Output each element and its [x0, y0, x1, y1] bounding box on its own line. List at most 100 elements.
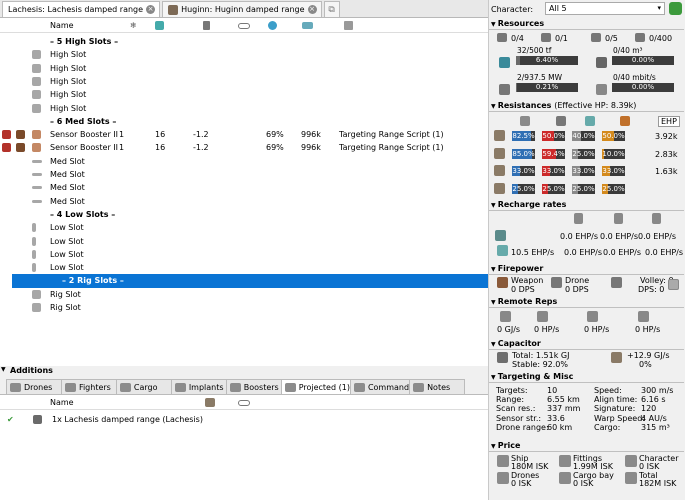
additions-header[interactable]: ▼ Additions [0, 366, 488, 377]
table-row[interactable]: Low Slot [0, 221, 488, 234]
table-row[interactable]: Low Slot [0, 261, 488, 274]
tab-command[interactable]: Command [349, 379, 411, 394]
row-qty: 1 [119, 130, 125, 140]
list-item[interactable]: ✔ 1x Lachesis damped range (Lachesis) [0, 413, 488, 426]
recharge-value: 0.0 EHP/s [645, 248, 684, 257]
tab-implants[interactable]: Implants [170, 379, 227, 394]
tab-drones[interactable]: Drones [6, 379, 62, 394]
tab-huginn[interactable]: Huginn: Huginn damped range × [162, 1, 322, 17]
targeting-value: 60 km [547, 422, 573, 432]
optimal-column-icon[interactable] [268, 21, 277, 30]
resources-title[interactable]: Resources [491, 19, 544, 28]
tab-notes[interactable]: Notes [409, 379, 465, 394]
new-tab-button[interactable]: ⧉ [323, 1, 340, 17]
divider [489, 307, 684, 308]
recharge-value: 0.0 EHP/s [638, 232, 677, 241]
table-row[interactable]: Sensor Booster II 1 16 -1.2 69% 996k Targeting… [0, 128, 488, 141]
resist-bar: 25.0% [542, 183, 565, 194]
recharge-value: 0.0 EHP/s [564, 248, 603, 257]
charge-column-icon[interactable] [344, 21, 353, 30]
table-row[interactable]: Med Slot [0, 155, 488, 168]
fittings-icon [559, 455, 571, 467]
table-row[interactable]: High Slot [0, 75, 488, 88]
targeting-label: Speed: [594, 386, 622, 395]
table-row[interactable]: Sensor Booster II 1 16 -1.2 69% 996k Targeting… [0, 141, 488, 154]
slot-counter: 0/400 [649, 34, 673, 43]
table-row[interactable]: Low Slot [0, 248, 488, 261]
cpu-column-icon[interactable]: ❄ [130, 21, 137, 30]
weapon-icon [497, 277, 508, 288]
remote-cap-icon [500, 311, 511, 322]
tab-icon [229, 382, 241, 392]
capacitor-column-icon[interactable] [205, 398, 215, 407]
refresh-icon[interactable] [669, 2, 682, 15]
targeting-value: 4 AU/s [641, 413, 667, 423]
shield-icon [494, 130, 505, 141]
row-charge: Targeting Range Script (1) [339, 143, 444, 153]
slot-group-header[interactable]: – 4 Low Slots – [0, 208, 488, 221]
targeting-title[interactable]: Targeting & Misc [491, 372, 574, 381]
slot-group-header[interactable]: – 2 Rig Slots – [12, 274, 488, 288]
tab-projected[interactable]: Projected (1) [280, 379, 351, 394]
row-name: Low Slot [50, 236, 84, 246]
falloff-column-icon[interactable] [302, 22, 313, 29]
table-row[interactable]: High Slot [0, 48, 488, 61]
tab-icon [284, 382, 296, 392]
powergrid-column-icon[interactable] [155, 21, 164, 30]
column-name[interactable]: Name [50, 21, 74, 30]
resistances-title[interactable]: Resistances (Effective HP: 8.39k) [491, 101, 637, 110]
active-check[interactable]: ✔ [7, 415, 14, 424]
capacitor-column-icon[interactable] [203, 21, 210, 30]
table-row[interactable]: Rig Slot [0, 288, 488, 301]
resist-value: 25.0% [512, 184, 535, 193]
price-value: 0 ISK [573, 479, 594, 488]
character-select[interactable]: All 5 ▾ [545, 2, 665, 15]
tab-boosters[interactable]: Boosters [225, 379, 282, 394]
tab-label: Projected (1) [298, 382, 350, 392]
range-column-icon[interactable] [238, 23, 250, 29]
recharge-title[interactable]: Recharge rates [491, 200, 567, 209]
powergrid-pct: 0.21% [535, 83, 559, 91]
resist-bar: 82.5% [512, 131, 535, 141]
table-row[interactable]: Rig Slot [0, 301, 488, 314]
table-row[interactable]: High Slot [0, 102, 488, 115]
targeting-value: 6.16 s [641, 395, 666, 405]
row-name: Sensor Booster II [50, 143, 119, 153]
state-icon[interactable] [2, 130, 11, 140]
price-title[interactable]: Price [491, 441, 521, 450]
slot-group-header[interactable]: – 5 High Slots – [0, 35, 488, 48]
row-name: Low Slot [50, 223, 84, 233]
table-row[interactable]: Med Slot [0, 195, 488, 208]
column-name[interactable]: Name [50, 398, 74, 407]
fitting-panel: Lachesis: Lachesis damped range × Huginn… [0, 0, 488, 500]
remote-armor-icon [587, 311, 598, 322]
table-row[interactable]: High Slot [0, 88, 488, 101]
range-column-icon[interactable] [238, 400, 250, 406]
slot-group-header[interactable]: – 6 Med Slots – [0, 115, 488, 128]
close-icon[interactable]: × [307, 5, 317, 14]
tab-lachesis[interactable]: Lachesis: Lachesis damped range × [2, 1, 161, 17]
additions-title: Additions [10, 366, 53, 375]
table-row[interactable]: Low Slot [0, 235, 488, 248]
remote-reps-title[interactable]: Remote Reps [491, 297, 558, 306]
firepower-title[interactable]: Firepower [491, 264, 544, 273]
table-row[interactable]: High Slot [0, 62, 488, 75]
additions-column-header: Name [0, 395, 488, 410]
row-range: 996k [301, 130, 321, 140]
close-icon[interactable]: × [146, 5, 156, 14]
table-row[interactable]: Med Slot [0, 181, 488, 194]
med-slot-icon [32, 173, 42, 176]
capacitor-title[interactable]: Capacitor [491, 339, 541, 348]
ehp-toggle[interactable]: EHP [658, 116, 680, 127]
state-icon[interactable] [2, 143, 11, 153]
high-slot-icon [32, 50, 41, 60]
med-slot-icon [32, 186, 42, 190]
targeting-label: Sensor str.: [496, 413, 542, 423]
row-name: Med Slot [50, 170, 85, 179]
tab-cargo[interactable]: Cargo [115, 379, 172, 394]
fit-icon [33, 415, 42, 424]
table-row[interactable]: Med Slot [0, 168, 488, 181]
resist-value: 25.0% [602, 184, 625, 193]
damage-pattern-button[interactable] [668, 279, 679, 290]
tab-fighters[interactable]: Fighters [60, 379, 117, 394]
